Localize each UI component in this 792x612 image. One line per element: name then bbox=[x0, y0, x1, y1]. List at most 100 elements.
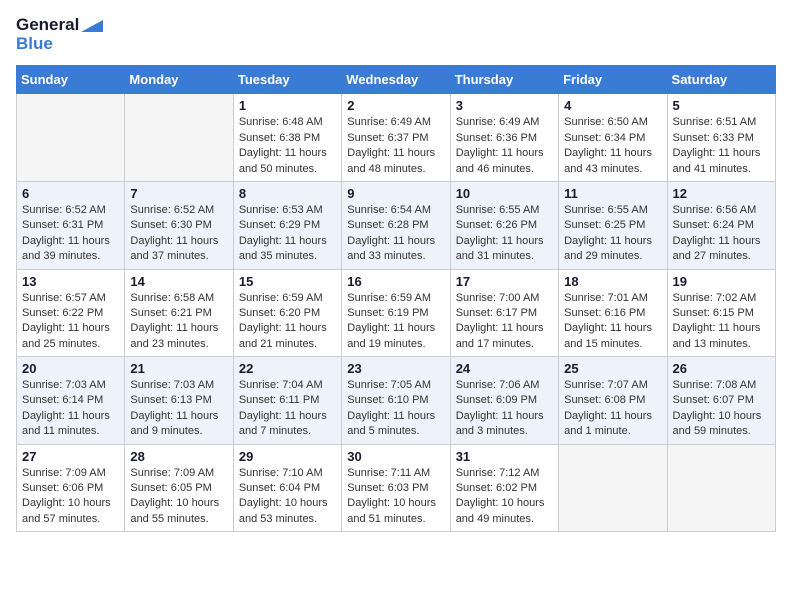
cell-info: Sunrise: 6:55 AMSunset: 6:25 PMDaylight:… bbox=[564, 203, 661, 265]
calendar-week-row: 1 Sunrise: 6:48 AMSunset: 6:38 PMDaylight… bbox=[17, 94, 776, 182]
calendar-cell: 4 Sunrise: 6:50 AMSunset: 6:34 PMDaylight… bbox=[559, 94, 667, 182]
calendar-cell: 16 Sunrise: 6:59 AMSunset: 6:19 PMDayligh… bbox=[342, 269, 450, 357]
day-number: 5 bbox=[673, 98, 770, 113]
calendar-cell: 12 Sunrise: 6:56 AMSunset: 6:24 PMDayligh… bbox=[667, 181, 775, 269]
logo-line2: Blue bbox=[16, 35, 103, 54]
calendar-cell: 30 Sunrise: 7:11 AMSunset: 6:03 PMDayligh… bbox=[342, 444, 450, 532]
day-header-saturday: Saturday bbox=[667, 66, 775, 94]
calendar-week-row: 6 Sunrise: 6:52 AMSunset: 6:31 PMDaylight… bbox=[17, 181, 776, 269]
calendar-week-row: 20 Sunrise: 7:03 AMSunset: 6:14 PMDayligh… bbox=[17, 357, 776, 445]
day-number: 20 bbox=[22, 361, 119, 376]
cell-info: Sunrise: 6:48 AMSunset: 6:38 PMDaylight:… bbox=[239, 115, 336, 177]
calendar-cell: 26Sunrise: 7:08 AMSunset: 6:07 PMDayligh… bbox=[667, 357, 775, 445]
day-header-sunday: Sunday bbox=[17, 66, 125, 94]
day-header-wednesday: Wednesday bbox=[342, 66, 450, 94]
calendar-cell: 24Sunrise: 7:06 AMSunset: 6:09 PMDayligh… bbox=[450, 357, 558, 445]
day-header-friday: Friday bbox=[559, 66, 667, 94]
cell-info: Sunrise: 6:49 AMSunset: 6:36 PMDaylight:… bbox=[456, 115, 553, 177]
day-number: 22 bbox=[239, 361, 336, 376]
logo-line1: General bbox=[16, 16, 103, 35]
calendar-cell: 1 Sunrise: 6:48 AMSunset: 6:38 PMDaylight… bbox=[233, 94, 341, 182]
cell-info: Sunrise: 7:00 AMSunset: 6:17 PMDaylight:… bbox=[456, 291, 553, 353]
cell-info: Sunrise: 6:54 AMSunset: 6:28 PMDaylight:… bbox=[347, 203, 444, 265]
calendar-cell: 13Sunrise: 6:57 AMSunset: 6:22 PMDayligh… bbox=[17, 269, 125, 357]
cell-info: Sunrise: 7:04 AMSunset: 6:11 PMDaylight:… bbox=[239, 378, 336, 440]
calendar-cell: 28 Sunrise: 7:09 AMSunset: 6:05 PMDayligh… bbox=[125, 444, 233, 532]
calendar-cell: 31 Sunrise: 7:12 AMSunset: 6:02 PMDayligh… bbox=[450, 444, 558, 532]
day-number: 31 bbox=[456, 449, 553, 464]
day-header-thursday: Thursday bbox=[450, 66, 558, 94]
calendar-cell: 17 Sunrise: 7:00 AMSunset: 6:17 PMDayligh… bbox=[450, 269, 558, 357]
calendar-table: SundayMondayTuesdayWednesdayThursdayFrid… bbox=[16, 65, 776, 532]
day-number: 12 bbox=[673, 186, 770, 201]
cell-info: Sunrise: 7:11 AMSunset: 6:03 PMDaylight:… bbox=[347, 466, 444, 528]
cell-info: Sunrise: 6:59 AMSunset: 6:19 PMDaylight:… bbox=[347, 291, 444, 353]
calendar-cell bbox=[667, 444, 775, 532]
day-number: 1 bbox=[239, 98, 336, 113]
calendar-cell: 15Sunrise: 6:59 AMSunset: 6:20 PMDayligh… bbox=[233, 269, 341, 357]
calendar-week-row: 13Sunrise: 6:57 AMSunset: 6:22 PMDayligh… bbox=[17, 269, 776, 357]
calendar-cell: 6 Sunrise: 6:52 AMSunset: 6:31 PMDaylight… bbox=[17, 181, 125, 269]
day-number: 8 bbox=[239, 186, 336, 201]
cell-info: Sunrise: 6:51 AMSunset: 6:33 PMDaylight:… bbox=[673, 115, 770, 177]
day-number: 13 bbox=[22, 274, 119, 289]
day-number: 9 bbox=[347, 186, 444, 201]
day-number: 25 bbox=[564, 361, 661, 376]
cell-info: Sunrise: 7:09 AMSunset: 6:05 PMDaylight:… bbox=[130, 466, 227, 528]
cell-info: Sunrise: 6:58 AMSunset: 6:21 PMDaylight:… bbox=[130, 291, 227, 353]
day-number: 17 bbox=[456, 274, 553, 289]
calendar-cell: 3 Sunrise: 6:49 AMSunset: 6:36 PMDaylight… bbox=[450, 94, 558, 182]
cell-info: Sunrise: 7:03 AMSunset: 6:14 PMDaylight:… bbox=[22, 378, 119, 440]
logo: General Blue bbox=[16, 16, 103, 53]
calendar-cell: 25 Sunrise: 7:07 AMSunset: 6:08 PMDayligh… bbox=[559, 357, 667, 445]
day-number: 21 bbox=[130, 361, 227, 376]
day-number: 7 bbox=[130, 186, 227, 201]
cell-info: Sunrise: 7:12 AMSunset: 6:02 PMDaylight:… bbox=[456, 466, 553, 528]
day-number: 28 bbox=[130, 449, 227, 464]
logo-icon bbox=[81, 20, 103, 32]
cell-info: Sunrise: 7:08 AMSunset: 6:07 PMDaylight:… bbox=[673, 378, 770, 440]
calendar-cell: 7 Sunrise: 6:52 AMSunset: 6:30 PMDaylight… bbox=[125, 181, 233, 269]
day-number: 14 bbox=[130, 274, 227, 289]
day-number: 16 bbox=[347, 274, 444, 289]
day-number: 24 bbox=[456, 361, 553, 376]
calendar-cell: 18Sunrise: 7:01 AMSunset: 6:16 PMDayligh… bbox=[559, 269, 667, 357]
calendar-cell: 11 Sunrise: 6:55 AMSunset: 6:25 PMDayligh… bbox=[559, 181, 667, 269]
cell-info: Sunrise: 6:56 AMSunset: 6:24 PMDaylight:… bbox=[673, 203, 770, 265]
day-number: 19 bbox=[673, 274, 770, 289]
day-number: 30 bbox=[347, 449, 444, 464]
calendar-cell: 9 Sunrise: 6:54 AMSunset: 6:28 PMDaylight… bbox=[342, 181, 450, 269]
calendar-cell: 20 Sunrise: 7:03 AMSunset: 6:14 PMDayligh… bbox=[17, 357, 125, 445]
cell-info: Sunrise: 6:59 AMSunset: 6:20 PMDaylight:… bbox=[239, 291, 336, 353]
calendar-cell: 19 Sunrise: 7:02 AMSunset: 6:15 PMDayligh… bbox=[667, 269, 775, 357]
cell-info: Sunrise: 7:01 AMSunset: 6:16 PMDaylight:… bbox=[564, 291, 661, 353]
page-header: General Blue bbox=[16, 16, 776, 53]
day-number: 4 bbox=[564, 98, 661, 113]
day-number: 10 bbox=[456, 186, 553, 201]
day-number: 29 bbox=[239, 449, 336, 464]
calendar-cell: 2Sunrise: 6:49 AMSunset: 6:37 PMDaylight… bbox=[342, 94, 450, 182]
cell-info: Sunrise: 6:52 AMSunset: 6:31 PMDaylight:… bbox=[22, 203, 119, 265]
calendar-cell: 14 Sunrise: 6:58 AMSunset: 6:21 PMDayligh… bbox=[125, 269, 233, 357]
day-number: 3 bbox=[456, 98, 553, 113]
cell-info: Sunrise: 7:10 AMSunset: 6:04 PMDaylight:… bbox=[239, 466, 336, 528]
calendar-week-row: 27Sunrise: 7:09 AMSunset: 6:06 PMDayligh… bbox=[17, 444, 776, 532]
day-header-monday: Monday bbox=[125, 66, 233, 94]
day-number: 2 bbox=[347, 98, 444, 113]
calendar-cell bbox=[17, 94, 125, 182]
cell-info: Sunrise: 6:50 AMSunset: 6:34 PMDaylight:… bbox=[564, 115, 661, 177]
cell-info: Sunrise: 7:07 AMSunset: 6:08 PMDaylight:… bbox=[564, 378, 661, 440]
day-number: 11 bbox=[564, 186, 661, 201]
calendar-cell: 27Sunrise: 7:09 AMSunset: 6:06 PMDayligh… bbox=[17, 444, 125, 532]
day-header-tuesday: Tuesday bbox=[233, 66, 341, 94]
cell-info: Sunrise: 7:03 AMSunset: 6:13 PMDaylight:… bbox=[130, 378, 227, 440]
cell-info: Sunrise: 7:02 AMSunset: 6:15 PMDaylight:… bbox=[673, 291, 770, 353]
calendar-cell: 10Sunrise: 6:55 AMSunset: 6:26 PMDayligh… bbox=[450, 181, 558, 269]
calendar-cell: 29 Sunrise: 7:10 AMSunset: 6:04 PMDayligh… bbox=[233, 444, 341, 532]
cell-info: Sunrise: 7:05 AMSunset: 6:10 PMDaylight:… bbox=[347, 378, 444, 440]
day-number: 6 bbox=[22, 186, 119, 201]
cell-info: Sunrise: 6:52 AMSunset: 6:30 PMDaylight:… bbox=[130, 203, 227, 265]
calendar-cell bbox=[125, 94, 233, 182]
day-number: 23 bbox=[347, 361, 444, 376]
calendar-cell: 21 Sunrise: 7:03 AMSunset: 6:13 PMDayligh… bbox=[125, 357, 233, 445]
